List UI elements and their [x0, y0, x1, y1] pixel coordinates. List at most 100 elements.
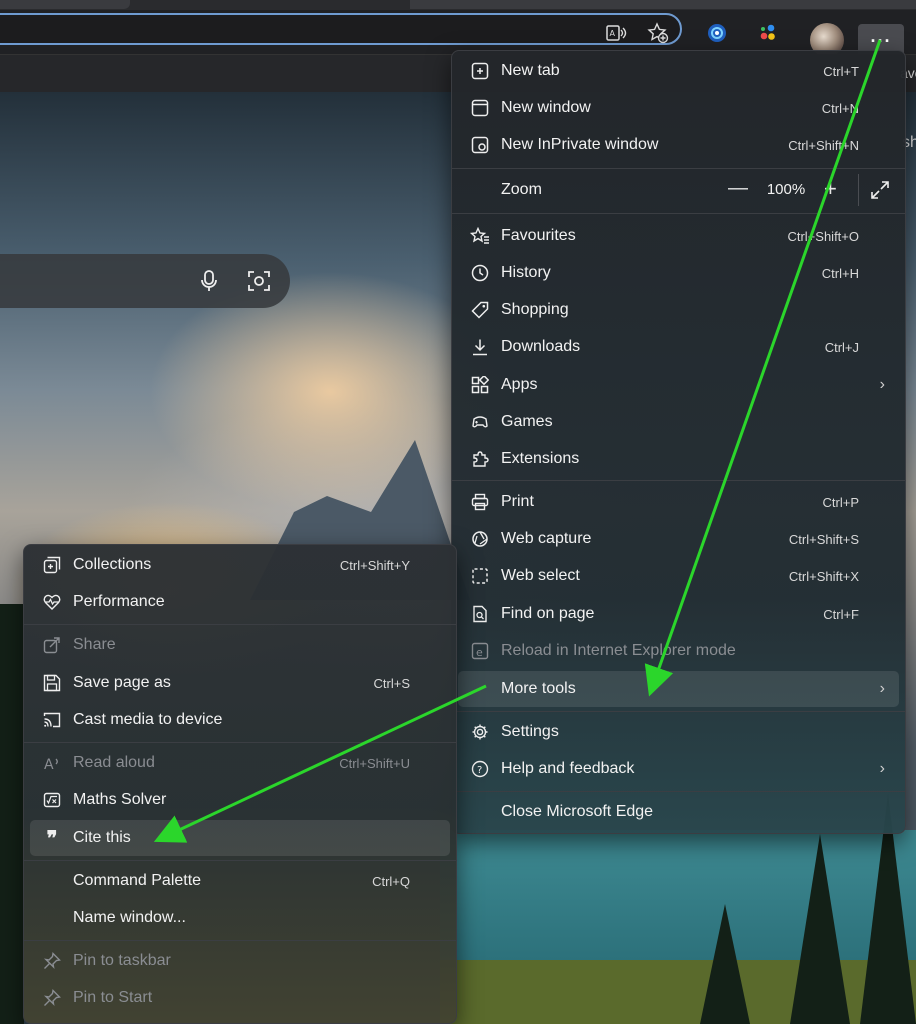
menu-item-shortcut: Ctrl+Shift+X	[788, 569, 859, 584]
menu-item-print[interactable]: Print Ctrl+P	[458, 484, 899, 520]
menu-item-apps[interactable]: Apps ›	[458, 367, 899, 403]
page-search-box[interactable]	[0, 254, 290, 308]
read-aloud-icon[interactable]: A	[605, 22, 627, 44]
internet-explorer-icon: e	[470, 641, 490, 661]
menu-item-shortcut: Ctrl+P	[822, 495, 859, 510]
menu-item-label: Web select	[501, 567, 580, 584]
menu-item-shortcut: Ctrl+Shift+U	[339, 756, 410, 771]
cast-icon	[42, 710, 62, 730]
menu-item-label: Read aloud	[73, 754, 155, 771]
menu-item-label: Cast media to device	[73, 711, 223, 728]
menu-item-shortcut: Ctrl+F	[823, 607, 859, 622]
menu-item-pin-to-taskbar: Pin to taskbar	[30, 943, 450, 979]
pin-icon	[42, 988, 62, 1008]
menu-item-shortcut: Ctrl+Shift+Y	[339, 558, 410, 573]
menu-item-label: Downloads	[501, 338, 581, 355]
menu-item-new-window[interactable]: New window Ctrl+N	[458, 90, 899, 126]
menu-item-shortcut: Ctrl+T	[823, 64, 859, 79]
menu-separator	[452, 168, 905, 169]
visual-search-icon[interactable]	[246, 268, 272, 299]
add-favourite-icon[interactable]	[647, 22, 669, 44]
chevron-right-icon: ›	[879, 680, 885, 697]
menu-separator	[24, 624, 456, 625]
menu-item-shortcut: Ctrl+Q	[372, 874, 410, 889]
menu-separator	[24, 742, 456, 743]
web-capture-icon	[470, 529, 490, 549]
more-tools-submenu: Collections Ctrl+Shift+Y Performance Sha…	[23, 544, 457, 1024]
fullscreen-icon[interactable]	[870, 180, 890, 205]
menu-item-find-on-page[interactable]: Find on page Ctrl+F	[458, 596, 899, 632]
menu-item-shortcut: Ctrl+J	[824, 340, 859, 355]
menu-item-label: Help and feedback	[501, 760, 635, 777]
menu-item-settings[interactable]: Settings	[458, 714, 899, 750]
zoom-divider	[858, 174, 859, 206]
inprivate-icon	[470, 135, 490, 155]
menu-item-web-capture[interactable]: Web capture Ctrl+Shift+S	[458, 521, 899, 557]
menu-item-cast-media[interactable]: Cast media to device	[30, 702, 450, 738]
zoom-level: 100%	[766, 181, 806, 198]
svg-text:?: ?	[477, 765, 482, 776]
games-icon	[470, 412, 490, 432]
collections-icon	[42, 555, 62, 575]
menu-item-label: Performance	[73, 593, 165, 610]
menu-item-web-select[interactable]: Web select Ctrl+Shift+X	[458, 558, 899, 594]
menu-item-command-palette[interactable]: Command Palette Ctrl+Q	[30, 863, 450, 899]
menu-item-label: Favourites	[501, 227, 576, 244]
apps-icon	[470, 375, 490, 395]
menu-item-shortcut: Ctrl+Shift+S	[788, 532, 859, 547]
menu-item-name-window[interactable]: Name window...	[30, 900, 450, 936]
menu-item-label: Find on page	[501, 605, 595, 622]
menu-item-shopping[interactable]: Shopping	[458, 292, 899, 328]
menu-item-label: Apps	[501, 376, 538, 393]
menu-item-downloads[interactable]: Downloads Ctrl+J	[458, 329, 899, 365]
menu-item-help-and-feedback[interactable]: ? Help and feedback ›	[458, 751, 899, 787]
maths-solver-icon	[42, 790, 62, 810]
address-bar[interactable]	[0, 13, 682, 45]
copilot-icon[interactable]	[706, 22, 728, 44]
menu-item-label: Collections	[73, 556, 152, 573]
menu-item-share: Share	[30, 627, 450, 663]
extensions-icon[interactable]	[757, 22, 779, 44]
menu-item-label: Maths Solver	[73, 791, 167, 808]
menu-separator	[452, 711, 905, 712]
menu-item-label: Shopping	[501, 301, 569, 318]
menu-item-cite-this[interactable]: ❞ Cite this	[30, 820, 450, 856]
menu-item-zoom: Zoom — 100% +	[458, 172, 899, 208]
zoom-out-button[interactable]: —	[728, 177, 748, 200]
menu-item-more-tools[interactable]: More tools ›	[458, 671, 899, 707]
menu-item-label: Games	[501, 413, 553, 430]
menu-item-favourites[interactable]: Favourites Ctrl+Shift+O	[458, 218, 899, 254]
menu-item-new-inprivate-window[interactable]: New InPrivate window Ctrl+Shift+N	[458, 127, 899, 163]
find-icon	[470, 604, 490, 624]
menu-item-label: Settings	[501, 723, 559, 740]
menu-item-history[interactable]: History Ctrl+H	[458, 255, 899, 291]
menu-item-label: Name window...	[73, 909, 186, 926]
tab[interactable]	[410, 0, 916, 9]
zoom-in-button[interactable]: +	[824, 176, 837, 202]
chevron-right-icon: ›	[879, 760, 885, 777]
menu-item-label: Pin to Start	[73, 989, 153, 1006]
tab[interactable]	[0, 0, 130, 9]
share-icon	[42, 635, 62, 655]
menu-item-collections[interactable]: Collections Ctrl+Shift+Y	[30, 547, 450, 583]
microphone-icon[interactable]	[198, 269, 220, 298]
printer-icon	[470, 492, 490, 512]
new-window-icon	[470, 98, 490, 118]
menu-item-extensions[interactable]: Extensions	[458, 441, 899, 477]
menu-item-performance[interactable]: Performance	[30, 584, 450, 620]
menu-separator	[452, 791, 905, 792]
menu-item-label: Save page as	[73, 674, 171, 691]
menu-item-label: Print	[501, 493, 534, 510]
svg-text:A: A	[610, 29, 616, 38]
menu-item-games[interactable]: Games	[458, 404, 899, 440]
menu-item-maths-solver[interactable]: Maths Solver	[30, 782, 450, 818]
menu-item-new-tab[interactable]: New tab Ctrl+T	[458, 53, 899, 89]
gear-icon	[470, 722, 490, 742]
favourites-icon	[470, 226, 490, 246]
menu-item-shortcut: Ctrl+H	[821, 266, 859, 281]
menu-item-save-page-as[interactable]: Save page as Ctrl+S	[30, 665, 450, 701]
menu-item-label: Cite this	[73, 829, 131, 846]
menu-separator	[24, 860, 456, 861]
menu-item-close-edge[interactable]: Close Microsoft Edge	[458, 794, 899, 830]
tab-strip	[0, 0, 916, 10]
